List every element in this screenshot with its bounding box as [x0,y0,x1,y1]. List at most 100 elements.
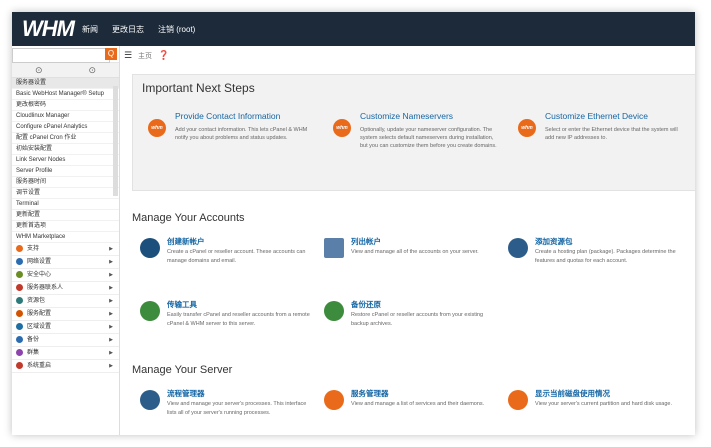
tile-desc: View and manage your server's processes.… [167,401,307,416]
top-nav: 新闻 更改日志 注销 (root) [82,24,195,35]
sidebar-search-row: Q [12,46,119,63]
add-user-icon [140,238,160,258]
chevron-right-icon: ▶ [109,311,113,317]
whm-icon: whm [148,119,166,137]
sidebar-item[interactable]: Configure cPanel Analytics [12,122,119,133]
sidebar-category[interactable]: 系统重启 ▶ [12,360,119,373]
service-gear-icon [324,390,344,410]
step-desc: Select or enter the Ethernet device that… [545,127,678,141]
sidebar-category[interactable]: 服务器联系人 ▶ [12,282,119,295]
category-icon [16,244,23,252]
category-icon [16,270,23,278]
list-icon[interactable]: ☰ [124,50,132,61]
tile-desc: Restore cPanel or reseller accounts from… [351,312,484,327]
sidebar-item[interactable]: Server Profile [12,166,119,177]
sidebar-item[interactable]: 更改根密码 [12,100,119,111]
sidebar: Q ⊙ ⊙ 服务器设置 Basic WebHost Manager® Setup… [12,46,120,435]
sidebar-categories: 支持 ▶ 网络设置 ▶ 安全中心 ▶ 服务器联系人 ▶ 资源包 ▶ 服务配置 ▶ 区域设置 ▶ 备份 ▶ 群集 ▶… [12,243,119,373]
category-icon [16,283,23,291]
sidebar-item[interactable]: Cloudlinux Manager [12,111,119,122]
transfer-icon [140,301,160,321]
sidebar-category[interactable]: 资源包 ▶ [12,295,119,308]
sidebar-category[interactable]: 安全中心 ▶ [12,269,119,282]
tile-title[interactable]: 传输工具 [167,299,197,310]
sidebar-item[interactable]: Basic WebHost Manager® Setup [12,89,119,100]
whm-icon: whm [333,119,351,137]
sidebar-item[interactable]: 调节设置 [12,188,119,199]
tile-title[interactable]: 显示当前磁盘使用情况 [535,388,610,399]
chevron-right-icon: ▶ [109,246,113,252]
home-label[interactable]: 主页 [138,51,152,61]
category-icon [16,296,23,304]
sub-toolbar: ☰ 主页 ❓ [120,46,695,64]
sidebar-search-input[interactable] [12,48,110,63]
chevron-right-icon: ▶ [109,324,113,330]
important-title: Important Next Steps [142,81,255,95]
tile-desc: View and manage all of the accounts on y… [351,249,479,255]
sidebar-item[interactable]: Link Server Nodes [12,155,119,166]
sidebar-item[interactable]: 初始安装配置 [12,144,119,155]
process-gear-icon [140,390,160,410]
category-label: 服务配置 [27,311,52,317]
tile-title[interactable]: 创建新帐户 [167,236,205,247]
news-link[interactable]: 新闻 [82,24,98,35]
category-label: 服务器联系人 [27,285,64,291]
sidebar-category[interactable]: 备份 ▶ [12,334,119,347]
sidebar-item-server-setup[interactable]: 服务器设置 [12,78,119,89]
sidebar-item[interactable]: 服务器时间 [12,177,119,188]
whm-logo[interactable]: WHM [22,16,75,42]
step-title[interactable]: Customize Nameservers [360,111,453,121]
tile-title[interactable]: 流程管理器 [167,388,205,399]
chevron-right-icon: ▶ [109,337,113,343]
sidebar-toggle-row: ⊙ ⊙ [12,63,119,78]
tile-title[interactable]: 列出帐户 [351,236,381,247]
category-label: 区域设置 [27,324,52,330]
sidebar-item[interactable]: 更新首选项 [12,221,119,232]
sidebar-item[interactable]: 配置 cPanel Cron 作业 [12,133,119,144]
whm-window: WHM 新闻 更改日志 注销 (root) Q ⊙ ⊙ 服务器设置 Basic … [12,12,695,435]
chevron-right-icon: ▶ [109,285,113,291]
sidebar-category[interactable]: 区域设置 ▶ [12,321,119,334]
expand-all-icon[interactable]: ⊙ [12,63,66,77]
sidebar-category[interactable]: 群集 ▶ [12,347,119,360]
important-next-steps: Important Next Steps whm Provide Contact… [132,74,695,191]
category-icon [16,335,23,343]
main-content: Important Next Steps whm Provide Contact… [132,64,695,435]
step-title[interactable]: Customize Ethernet Device [545,111,648,121]
collapse-all-icon[interactable]: ⊙ [66,63,120,77]
top-bar: WHM 新闻 更改日志 注销 (root) [12,12,695,46]
tile-title[interactable]: 添加资源包 [535,236,573,247]
sidebar-category[interactable]: 服务配置 ▶ [12,308,119,321]
sidebar-item[interactable]: Terminal [12,199,119,210]
category-label: 备份 [27,337,40,343]
chevron-right-icon: ▶ [109,272,113,278]
sidebar-scrollbar[interactable] [113,86,118,196]
category-label: 资源包 [27,298,46,304]
sidebar-item[interactable]: 更新配置 [12,210,119,221]
category-icon [16,322,23,330]
category-icon [16,309,23,317]
step-title[interactable]: Provide Contact Information [175,111,280,121]
tile-desc: Easily transfer cPanel and reseller acco… [167,312,310,327]
category-icon [16,361,23,369]
tile-title[interactable]: 服务管理器 [351,388,389,399]
server-title: Manage Your Server [132,364,233,376]
sidebar-category[interactable]: 网络设置 ▶ [12,256,119,269]
logout-link[interactable]: 注销 (root) [158,24,195,35]
tile-title[interactable]: 备份还原 [351,299,381,310]
whm-icon: whm [518,119,536,137]
category-label: 网络设置 [27,259,52,265]
help-icon[interactable]: ❓ [158,50,169,61]
category-label: 支持 [27,246,40,252]
sidebar-item[interactable]: WHM Marketplace [12,232,119,243]
changelog-link[interactable]: 更改日志 [112,24,144,35]
category-icon [16,257,23,265]
chevron-right-icon: ▶ [109,298,113,304]
step-desc: Add your contact information. This lets … [175,127,308,141]
disk-usage-icon [508,390,528,410]
chevron-right-icon: ▶ [109,363,113,369]
category-label: 安全中心 [27,272,52,278]
package-icon [508,238,528,258]
search-icon[interactable]: Q [105,48,117,60]
sidebar-category[interactable]: 支持 ▶ [12,243,119,256]
